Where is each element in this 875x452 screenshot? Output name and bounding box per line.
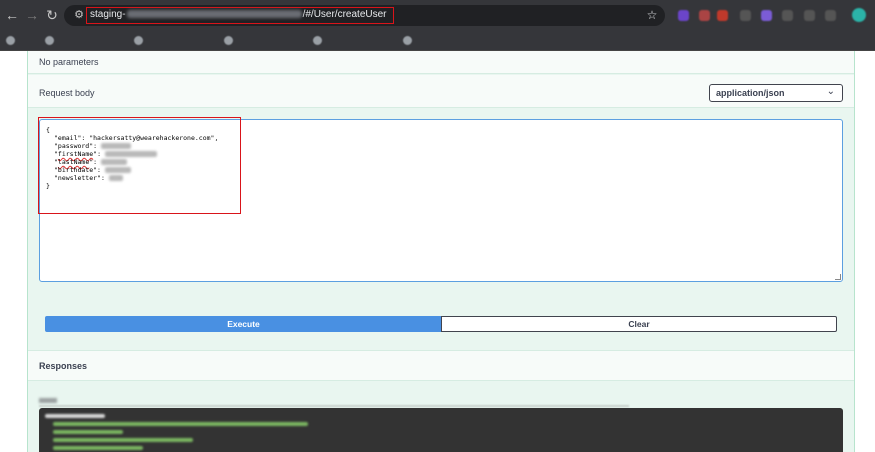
bookmark-item[interactable] bbox=[313, 34, 403, 46]
curl-label bbox=[39, 398, 57, 403]
forward-arrow-icon[interactable]: → bbox=[24, 7, 40, 23]
content-type-select[interactable]: application/json ⌄ bbox=[709, 84, 843, 102]
redacted-url-segment bbox=[126, 10, 302, 19]
bookmarks-bar bbox=[0, 30, 875, 50]
content-type-value: application/json bbox=[716, 88, 785, 98]
responses-label: Responses bbox=[39, 361, 88, 371]
bookmark-item[interactable] bbox=[403, 34, 491, 46]
browser-toolbar: ← → ↻ ⚙ staging-/#/User/createUser ☆ bbox=[0, 0, 875, 30]
parameters-section: No parameters bbox=[28, 51, 854, 74]
bookmark-item[interactable] bbox=[224, 34, 314, 46]
chevron-down-icon: ⌄ bbox=[826, 86, 835, 97]
site-settings-icon[interactable]: ⚙ bbox=[72, 8, 86, 22]
curl-line bbox=[45, 414, 105, 418]
extension-icon[interactable] bbox=[804, 10, 815, 21]
star-icon[interactable]: ☆ bbox=[645, 8, 659, 22]
bookmark-item[interactable] bbox=[134, 34, 221, 46]
request-body-label: Request body bbox=[39, 88, 95, 98]
back-arrow-icon[interactable]: ← bbox=[4, 7, 20, 23]
extension-icon[interactable] bbox=[699, 10, 710, 21]
curl-line bbox=[53, 430, 123, 434]
curl-line bbox=[53, 422, 308, 426]
responses-header: Responses bbox=[28, 350, 854, 381]
extension-icon[interactable] bbox=[761, 10, 772, 21]
curl-command-box[interactable] bbox=[39, 408, 843, 452]
profile-avatar[interactable] bbox=[852, 8, 866, 22]
bookmark-item[interactable] bbox=[45, 34, 132, 46]
extension-icon[interactable] bbox=[740, 10, 751, 21]
no-parameters-text: No parameters bbox=[39, 57, 99, 67]
annotation-highlight-box bbox=[38, 117, 241, 214]
bookmark-item[interactable] bbox=[6, 34, 42, 46]
operation-block: No parameters Request body application/j… bbox=[27, 51, 855, 452]
curl-line bbox=[53, 438, 193, 442]
extension-icon[interactable] bbox=[678, 10, 689, 21]
extension-icon[interactable] bbox=[782, 10, 793, 21]
resize-handle[interactable] bbox=[835, 274, 841, 280]
extension-icon[interactable] bbox=[825, 10, 836, 21]
curl-line bbox=[53, 446, 143, 450]
clear-button[interactable]: Clear bbox=[441, 316, 837, 332]
url-text[interactable]: staging-/#/User/createUser bbox=[90, 9, 387, 20]
execute-button[interactable]: Execute bbox=[45, 316, 442, 332]
curl-divider bbox=[39, 405, 629, 407]
page-content: No parameters Request body application/j… bbox=[0, 51, 875, 452]
reload-icon[interactable]: ↻ bbox=[44, 7, 60, 23]
url-highlight-box: staging-/#/User/createUser bbox=[86, 7, 394, 24]
extension-icon[interactable] bbox=[717, 10, 728, 21]
address-bar[interactable]: ⚙ staging-/#/User/createUser ☆ bbox=[64, 5, 665, 26]
